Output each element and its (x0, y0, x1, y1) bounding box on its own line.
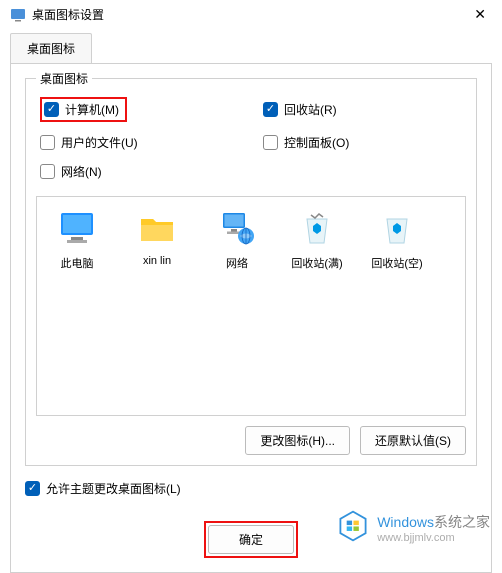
checkbox-grid: 计算机(M) 回收站(R) 用户的文件(U) 控制面板(O) 网络 (36, 93, 466, 190)
label-computer: 计算机(M) (65, 101, 119, 118)
icon-label: xin lin (143, 255, 171, 267)
icon-grid: 此电脑 xin lin 网络 (43, 205, 459, 275)
watermark-brand-prefix: Windows (377, 514, 434, 530)
row-network: 网络(N) (40, 163, 243, 180)
label-controlpanel: 控制面板(O) (284, 134, 349, 151)
checkbox-controlpanel[interactable] (263, 135, 278, 150)
watermark-text: Windows系统之家 www.bjjmlv.com (377, 512, 490, 544)
row-recycle: 回收站(R) (263, 97, 466, 122)
watermark: Windows系统之家 www.bjjmlv.com (335, 508, 490, 547)
close-button[interactable]: ✕ (468, 6, 492, 23)
recycle-full-icon (297, 209, 337, 249)
button-label: 确定 (239, 533, 263, 547)
row-userfiles: 用户的文件(U) (40, 134, 243, 151)
checkbox-userfiles[interactable] (40, 135, 55, 150)
label-recycle: 回收站(R) (284, 101, 337, 118)
icon-label: 回收站(满) (291, 255, 342, 271)
folder-icon (137, 209, 177, 249)
tab-desktop-icons[interactable]: 桌面图标 (10, 33, 92, 63)
button-label: 更改图标(H)... (260, 434, 335, 448)
icon-user-folder[interactable]: xin lin (123, 205, 191, 275)
icon-recycle-empty[interactable]: 回收站(空) (363, 205, 431, 275)
window-title: 桌面图标设置 (32, 6, 462, 23)
row-allow-theme: 允许主题更改桌面图标(L) (25, 480, 477, 497)
highlight-ok: 确定 (204, 521, 298, 558)
tab-label: 桌面图标 (27, 42, 75, 56)
label-allow-theme: 允许主题更改桌面图标(L) (46, 480, 181, 497)
change-icon-button[interactable]: 更改图标(H)... (245, 426, 350, 455)
window-icon (10, 7, 26, 23)
ok-button[interactable]: 确定 (208, 525, 294, 554)
icon-recycle-full[interactable]: 回收站(满) (283, 205, 351, 275)
button-label: 还原默认值(S) (375, 434, 451, 448)
restore-default-button[interactable]: 还原默认值(S) (360, 426, 466, 455)
icon-this-pc[interactable]: 此电脑 (43, 205, 111, 275)
icon-label: 回收站(空) (371, 255, 422, 271)
fieldset-legend: 桌面图标 (36, 70, 92, 87)
checkbox-network[interactable] (40, 164, 55, 179)
titlebar: 桌面图标设置 ✕ (0, 0, 502, 29)
row-computer: 计算机(M) (40, 97, 243, 122)
icon-preview-box: 此电脑 xin lin 网络 (36, 196, 466, 416)
label-network: 网络(N) (61, 163, 102, 180)
watermark-brand-suffix: 系统之家 (434, 514, 490, 530)
fieldset-desktop-icons: 桌面图标 计算机(M) 回收站(R) 用户的文件(U) (25, 78, 477, 466)
watermark-url: www.bjjmlv.com (377, 532, 490, 544)
checkbox-recycle[interactable] (263, 102, 278, 117)
icon-label: 网络 (226, 255, 248, 271)
checkbox-computer[interactable] (44, 102, 59, 117)
windows-logo-icon (335, 508, 371, 547)
tab-area: 桌面图标 桌面图标 计算机(M) 回收站(R) 用户的文件(U) (10, 33, 492, 573)
icon-label: 此电脑 (61, 255, 94, 271)
tab-content: 桌面图标 计算机(M) 回收站(R) 用户的文件(U) (10, 63, 492, 573)
recycle-empty-icon (377, 209, 417, 249)
label-userfiles: 用户的文件(U) (61, 134, 138, 151)
highlight-computer: 计算机(M) (40, 97, 127, 122)
checkbox-allow-theme[interactable] (25, 481, 40, 496)
fieldset-button-row: 更改图标(H)... 还原默认值(S) (36, 426, 466, 455)
row-controlpanel: 控制面板(O) (263, 134, 466, 151)
icon-network[interactable]: 网络 (203, 205, 271, 275)
monitor-icon (57, 209, 97, 249)
network-icon (217, 209, 257, 249)
